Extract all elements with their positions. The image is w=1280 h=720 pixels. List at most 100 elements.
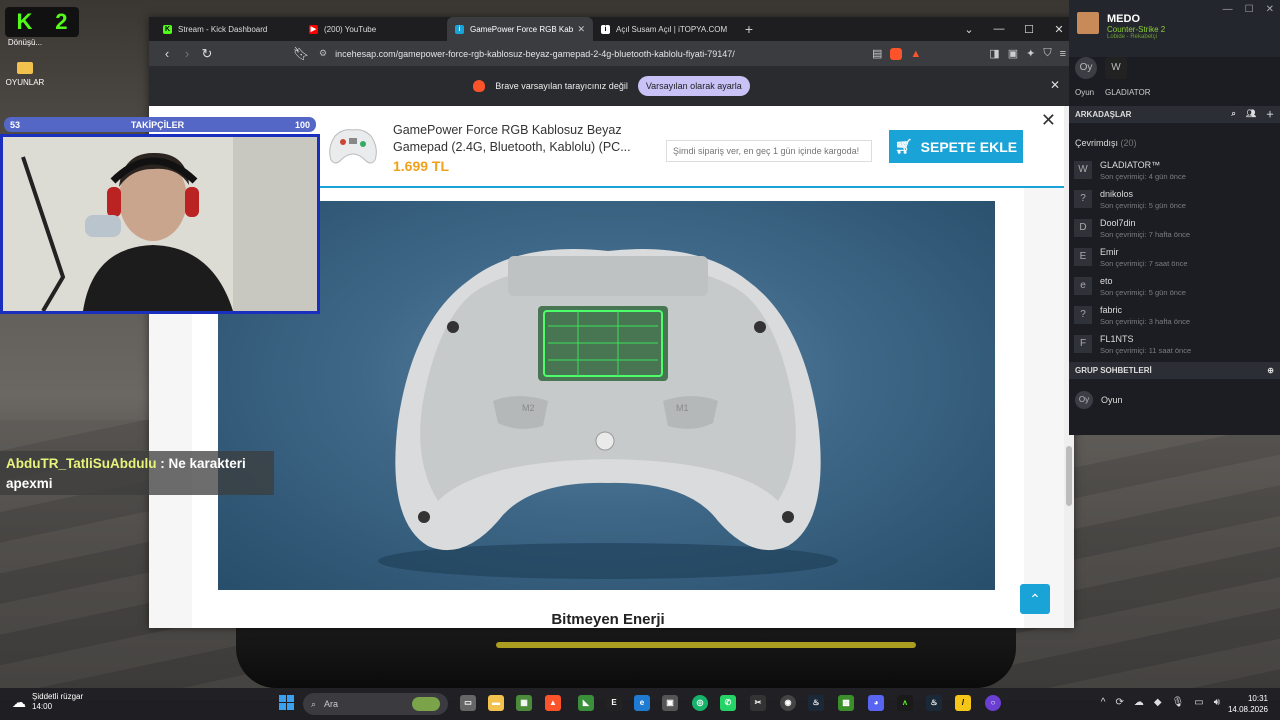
set-default-button[interactable]: Varsayılan olarak ayarla: [637, 76, 750, 96]
task-view-icon[interactable]: ▭: [460, 695, 476, 711]
reload-icon[interactable]: ↻: [197, 46, 217, 62]
cargo-info-field[interactable]: [666, 140, 872, 162]
friends-icon[interactable]: 👥︎: [1246, 109, 1256, 120]
whatsapp-icon[interactable]: ✆: [720, 695, 736, 711]
steam-profile-name[interactable]: MEDO: [1107, 13, 1140, 25]
group-chats-label: GRUP SOHBETLERİ: [1075, 366, 1152, 375]
steam-friends-panel: MEDO Counter-Strike 2 Lobide - Rekabetçi…: [1069, 0, 1280, 435]
brave-shields-icon[interactable]: [890, 47, 903, 60]
tab-incehesap[interactable]: i GamePower Force RGB Kablosuz ✕: [447, 17, 593, 41]
nvidia-icon[interactable]: ◣: [578, 695, 594, 711]
tab-itopya[interactable]: i Açıl Susam Açıl | iTOPYA.COM: [593, 17, 739, 41]
folder-icon: [17, 62, 33, 74]
start-button[interactable]: [279, 695, 295, 711]
weather-title: Şiddetli rüzgar: [32, 692, 84, 701]
friend-item[interactable]: e eto Son çevrimiçi: 5 gün önce: [1074, 274, 1186, 302]
tab-list-icon[interactable]: ⌄: [954, 23, 984, 36]
add-to-cart-button[interactable]: 🛒︎ SEPETE EKLE: [889, 130, 1023, 163]
clock-date: 14.08.2026: [1227, 705, 1268, 714]
minimize-icon[interactable]: —: [984, 23, 1014, 35]
quick-friend-avatar[interactable]: W: [1105, 57, 1127, 79]
edge-icon[interactable]: e: [634, 695, 650, 711]
steam-app-icon[interactable]: ♨: [926, 695, 942, 711]
back-icon[interactable]: ‹: [157, 46, 177, 61]
weather-widget[interactable]: ☁ Şiddetli rüzgar 14:00: [12, 692, 83, 712]
kick-app-icon[interactable]: ʌ: [897, 695, 913, 711]
desktop-icon-oyunlar[interactable]: OYUNLAR: [0, 62, 50, 87]
add-group-icon[interactable]: ⊕: [1267, 366, 1274, 375]
avatar: e: [1074, 277, 1092, 295]
sidebar-icon[interactable]: ◨: [989, 47, 999, 60]
product-thumbnail[interactable]: [325, 122, 381, 170]
tray-app-icon[interactable]: ⟳: [1115, 697, 1123, 708]
friend-item[interactable]: W GLADIATOR™ Son çevrimiçi: 4 gün önce: [1074, 158, 1186, 186]
friend-status: Son çevrimiçi: 7 hafta önce: [1100, 230, 1191, 239]
steam-quick-items: Oy W: [1075, 57, 1127, 79]
brave-rewards-icon[interactable]: ▲: [910, 48, 921, 60]
clock[interactable]: 10:31 14.08.2026: [1228, 693, 1268, 715]
avatar[interactable]: [1077, 12, 1099, 34]
display-icon[interactable]: ▭: [1194, 697, 1203, 708]
url-field[interactable]: ⚙ incehesap.com/gamepower-force-rgb-kabl…: [319, 45, 872, 63]
app-purple-icon[interactable]: ○: [985, 695, 1001, 711]
friend-item[interactable]: ? fabric Son çevrimiçi: 3 hafta önce: [1074, 303, 1190, 331]
bookmark-icon[interactable]: 🔖︎: [291, 46, 311, 62]
site-settings-icon[interactable]: ⚙: [319, 48, 327, 59]
app-yellow-icon[interactable]: /: [955, 695, 971, 711]
reader-mode-icon[interactable]: ▤: [872, 47, 882, 60]
tab-label: (200) YouTube: [324, 24, 377, 34]
app-green-icon[interactable]: ◎: [692, 695, 708, 711]
minimize-icon[interactable]: —: [1223, 4, 1233, 15]
search-icon[interactable]: ⌕: [1231, 109, 1235, 120]
scroll-to-top-button[interactable]: ⌃: [1020, 584, 1050, 614]
tab-label: Açıl Susam Açıl | iTOPYA.COM: [616, 24, 728, 34]
wallet-icon[interactable]: ▣: [1008, 47, 1018, 60]
add-friend-icon[interactable]: ＋: [1266, 109, 1274, 120]
maximize-icon[interactable]: ☐: [1014, 23, 1044, 36]
group-chat-item[interactable]: Oy Oyun: [1075, 391, 1123, 409]
sticky-header-close-icon[interactable]: ✕: [1041, 110, 1056, 131]
notice-close-icon[interactable]: ✕: [1050, 78, 1060, 92]
tab-close-icon[interactable]: ✕: [577, 24, 585, 35]
leo-ai-icon[interactable]: ✦: [1026, 47, 1035, 60]
search-icon: ⌕: [311, 698, 317, 709]
discord-icon[interactable]: ◕: [868, 695, 884, 711]
kick-badge-number: 2: [55, 9, 68, 34]
store-icon[interactable]: ▣: [662, 695, 678, 711]
onedrive-icon[interactable]: ☁: [1134, 697, 1144, 708]
friend-item[interactable]: F FL1NTS Son çevrimiçi: 11 saat önce: [1074, 332, 1191, 360]
friend-item[interactable]: D Dool7din Son çevrimiçi: 7 hafta önce: [1074, 216, 1190, 244]
group-chat-name: Oyun: [1101, 395, 1123, 405]
forward-icon[interactable]: ›: [177, 46, 197, 61]
offline-group-header[interactable]: Çevrimdışı (20): [1075, 138, 1137, 148]
capcut-icon[interactable]: ✂: [750, 695, 766, 711]
close-icon[interactable]: ✕: [1266, 4, 1274, 15]
desktop-icon-donusu[interactable]: Dönüşü...: [0, 38, 50, 47]
vpn-icon[interactable]: ⛉: [1043, 47, 1051, 60]
xbox-icon[interactable]: ▦: [516, 695, 532, 711]
menu-icon[interactable]: ≡: [1060, 48, 1066, 60]
tab-kick[interactable]: K Stream - Kick Dashboard: [155, 17, 301, 41]
quick-group-oyun[interactable]: Oy: [1075, 57, 1097, 79]
obs-icon[interactable]: ◉: [780, 695, 796, 711]
new-tab-button[interactable]: +: [739, 21, 759, 37]
friend-item[interactable]: E Emir Son çevrimiçi: 7 saat önce: [1074, 245, 1188, 273]
epic-games-icon[interactable]: E: [606, 695, 622, 711]
follower-goal-label: TAKİPÇİLER: [130, 119, 185, 130]
maximize-icon[interactable]: ☐: [1245, 4, 1254, 15]
microphone-icon[interactable]: 🎙︎: [1172, 697, 1185, 708]
wind-icon: ☁: [12, 693, 26, 710]
volume-icon[interactable]: 🔊︎: [1214, 697, 1220, 708]
taskbar-search[interactable]: ⌕ Ara: [303, 693, 448, 715]
taskbar: ☁ Şiddetli rüzgar 14:00 ⌕ Ara ▭ ▬ ▦ ▲ ◣ …: [0, 688, 1280, 720]
friend-item[interactable]: ? dnikolos Son çevrimiçi: 5 gün önce: [1074, 187, 1186, 215]
chevron-up-icon[interactable]: ^: [1101, 697, 1106, 708]
clock-time: 10:31: [1247, 694, 1268, 703]
tab-youtube[interactable]: ▶ (200) YouTube: [301, 17, 447, 41]
tray-app-icon[interactable]: ◆: [1154, 697, 1162, 708]
offline-count: (20): [1120, 138, 1137, 148]
minecraft-icon[interactable]: ▩: [838, 695, 854, 711]
file-explorer-icon[interactable]: ▬: [488, 695, 504, 711]
steam-icon[interactable]: ♨: [808, 695, 824, 711]
brave-browser-icon[interactable]: ▲: [545, 695, 561, 711]
